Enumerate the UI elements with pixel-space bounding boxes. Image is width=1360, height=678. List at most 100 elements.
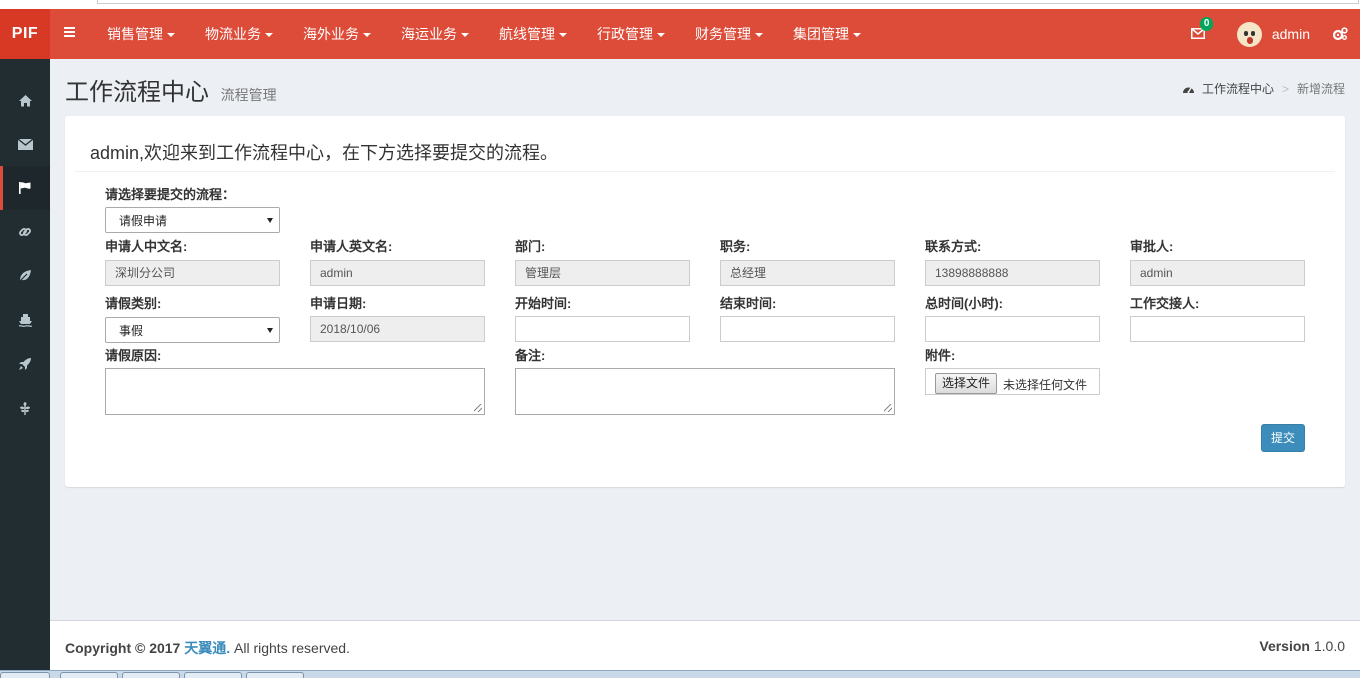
process-label: 请选择要提交的流程：	[105, 187, 236, 202]
total-hours-input[interactable]	[925, 316, 1100, 342]
leaf-icon	[18, 270, 31, 283]
address-bar-edge	[97, 0, 1359, 4]
nav-label: 物流业务	[205, 26, 261, 42]
nav-finance[interactable]: 财务管理	[680, 9, 778, 59]
taskbar-app[interactable]	[246, 672, 304, 678]
nav-routes[interactable]: 航线管理	[484, 9, 582, 59]
logo[interactable]: PIF	[0, 9, 50, 59]
sidebar	[0, 59, 50, 670]
nav-label: 海运业务	[401, 26, 457, 42]
caret-down-icon	[265, 33, 273, 38]
start-time-input[interactable]	[515, 316, 690, 342]
breadcrumb-current: 新增流程	[1296, 82, 1345, 96]
handover-label: 工作交接人:	[1130, 296, 1200, 311]
cn-name-label: 申请人中文名:	[105, 239, 188, 254]
apply-date-label: 申请日期:	[310, 296, 367, 311]
handover-input[interactable]	[1130, 316, 1305, 342]
sidebar-item-pagelines[interactable]	[0, 386, 50, 430]
remark-textarea[interactable]	[515, 368, 895, 415]
envelope-icon	[17, 138, 33, 150]
header-right: 0 admin	[1185, 9, 1360, 59]
position-label: 职务:	[720, 239, 751, 254]
taskbar-start[interactable]	[0, 672, 50, 678]
version: Version 1.0.0	[1259, 638, 1345, 654]
sidebar-item-leaf[interactable]	[0, 254, 50, 298]
nav-admin[interactable]: 行政管理	[582, 9, 680, 59]
workflow-form-box: admin,欢迎来到工作流程中心，在下方选择要提交的流程。 请选择要提交的流程：…	[65, 116, 1345, 487]
breadcrumb-separator: >	[1281, 81, 1289, 96]
start-time-label: 开始时间:	[515, 296, 572, 311]
sidebar-item-mail[interactable]	[0, 122, 50, 166]
file-status: 未选择任何文件	[1003, 378, 1088, 392]
nav-overseas[interactable]: 海外业务	[288, 9, 386, 59]
caret-down-icon	[461, 33, 469, 38]
end-time-input[interactable]	[720, 316, 895, 342]
reason-textarea[interactable]	[105, 368, 485, 415]
sidebar-item-ship[interactable]	[0, 298, 50, 342]
dept-field[interactable]: 管理层	[515, 260, 690, 286]
breadcrumb: 工作流程中心 > 新增流程	[1182, 80, 1345, 97]
settings-button[interactable]	[1320, 9, 1360, 59]
ship-icon	[18, 314, 32, 327]
taskbar-app[interactable]	[60, 672, 118, 678]
position-field[interactable]: 总经理	[720, 260, 895, 286]
nav-label: 财务管理	[695, 26, 751, 42]
attachment-file-input[interactable]: 选择文件 未选择任何文件	[925, 368, 1100, 395]
contact-field[interactable]: 13898888888	[925, 260, 1100, 286]
company-link[interactable]: 天翼通.	[184, 640, 230, 656]
approver-field[interactable]: admin	[1130, 260, 1305, 286]
process-select[interactable]: 请假申请	[105, 207, 280, 233]
pagelines-icon	[20, 402, 30, 415]
flag-icon	[19, 182, 31, 194]
nav-sales[interactable]: 销售管理	[92, 9, 190, 59]
leave-type-label: 请假类别:	[105, 296, 162, 311]
nav-shipping[interactable]: 海运业务	[386, 9, 484, 59]
divider	[75, 171, 1335, 172]
taskbar-app[interactable]	[122, 672, 180, 678]
caret-down-icon	[559, 33, 567, 38]
submit-button[interactable]: 提交	[1261, 424, 1305, 452]
choose-file-button[interactable]: 选择文件	[935, 373, 998, 394]
nav-label: 航线管理	[499, 26, 555, 42]
nav-label: 行政管理	[597, 26, 653, 42]
attachment-label: 附件:	[925, 348, 956, 363]
dept-label: 部门:	[515, 239, 546, 254]
message-count-badge: 0	[1199, 17, 1214, 31]
page-title: 工作流程中心	[65, 79, 209, 106]
leave-type-select[interactable]: 事假	[105, 317, 280, 343]
caret-down-icon	[657, 33, 665, 38]
en-name-field[interactable]: admin	[310, 260, 485, 286]
taskbar-app[interactable]	[184, 672, 242, 678]
nav-label: 集团管理	[793, 26, 849, 42]
caret-down-icon	[755, 33, 763, 38]
remark-label: 备注:	[515, 348, 546, 363]
caret-down-icon	[167, 33, 175, 38]
cn-name-field[interactable]: 深圳分公司	[105, 260, 280, 286]
rights-text: All rights reserved.	[234, 640, 350, 656]
main-header: PIF 销售管理 物流业务 海外业务 海运业务 航线管理 行政管理 财务管理 集…	[0, 9, 1360, 59]
breadcrumb-home[interactable]: 工作流程中心	[1202, 80, 1274, 97]
content-header: 工作流程中心 流程管理	[65, 72, 277, 107]
resize-handle-icon[interactable]	[884, 404, 892, 412]
sidebar-item-workflow[interactable]	[0, 166, 50, 210]
total-hours-label: 总时间(小时):	[925, 296, 1003, 311]
dropdown-arrow-icon	[267, 218, 273, 223]
caret-down-icon	[363, 33, 371, 38]
nav-logistics[interactable]: 物流业务	[190, 9, 288, 59]
sidebar-item-home[interactable]	[0, 78, 50, 122]
dashboard-icon	[1182, 87, 1194, 93]
rocket-icon	[19, 358, 31, 370]
caret-down-icon	[853, 33, 861, 38]
sidebar-toggle-icon[interactable]	[60, 25, 80, 43]
resize-handle-icon[interactable]	[474, 404, 482, 412]
en-name-label: 申请人英文名:	[310, 239, 393, 254]
nav-group[interactable]: 集团管理	[778, 9, 876, 59]
apply-date-field[interactable]: 2018/10/06	[310, 316, 485, 342]
user-menu[interactable]: admin	[1227, 9, 1320, 59]
page-subtitle: 流程管理	[220, 87, 277, 103]
sidebar-item-link[interactable]	[0, 210, 50, 254]
sidebar-item-rocket[interactable]	[0, 342, 50, 386]
version-label: Version	[1259, 638, 1310, 654]
messages-button[interactable]: 0	[1185, 9, 1214, 59]
dropdown-arrow-icon	[267, 328, 273, 333]
